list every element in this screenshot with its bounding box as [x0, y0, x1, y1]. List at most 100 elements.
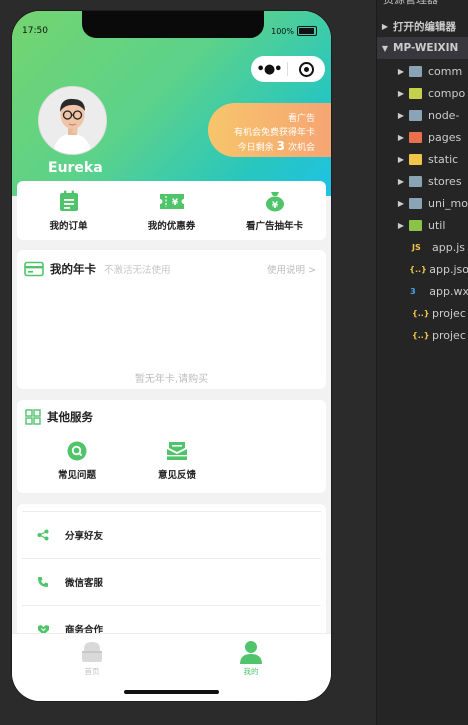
folder-name: node-: [428, 108, 460, 122]
other-services-title: 其他服务: [47, 410, 93, 424]
file-item[interactable]: {..} projec: [377, 324, 468, 346]
folder-icon: [409, 65, 422, 77]
file-item[interactable]: {..} app.jso: [377, 258, 468, 280]
battery-icon: [297, 26, 317, 36]
battery-percent: 100%: [271, 26, 294, 36]
folder-item[interactable]: ▶ compo: [377, 82, 468, 104]
folder-icon: [409, 87, 422, 99]
home-icon: [82, 642, 102, 662]
folder-item[interactable]: ▶ static: [377, 148, 468, 170]
feedback-icon: [167, 442, 187, 460]
folder-icon: [409, 109, 422, 121]
menu-item-wechat-service[interactable]: 微信客服: [22, 558, 321, 605]
folder-item[interactable]: ▶ util: [377, 214, 468, 236]
open-editors-section[interactable]: ▶ 打开的编辑器: [377, 15, 468, 37]
file-name: projec: [432, 328, 466, 342]
usage-instructions-link[interactable]: 使用说明 >: [267, 262, 316, 276]
menu-item-share[interactable]: 分享好友: [22, 511, 321, 558]
chevron-right-icon: ▶: [397, 198, 405, 208]
folder-name: static: [428, 152, 459, 166]
folder-icon: [409, 131, 422, 143]
ad-lottery-button[interactable]: ¥ 看广告抽年卡: [223, 181, 326, 240]
file-name: app.js: [432, 240, 465, 254]
phone-icon: [38, 577, 48, 587]
my-coupons-label: 我的优惠券: [147, 221, 196, 232]
chevron-right-icon: ▶: [397, 176, 405, 186]
tab-home[interactable]: 首页: [62, 640, 122, 677]
ad-reward-banner[interactable]: 看广告 有机会免费获得年卡 今日剩余 3 次机会: [208, 103, 331, 157]
my-orders-label: 我的订单: [49, 221, 88, 232]
folder-name: compo: [428, 86, 466, 100]
chevron-down-icon: ▼: [381, 43, 389, 53]
avatar[interactable]: [38, 86, 107, 155]
tab-mine-label: 我的: [243, 667, 259, 676]
chevron-right-icon: ▶: [381, 21, 389, 31]
order-icon: [59, 190, 78, 211]
chevron-right-icon: ▶: [397, 66, 405, 76]
tab-home-label: 首页: [84, 667, 100, 676]
file-item[interactable]: {..} projec: [377, 302, 468, 324]
year-card-subtitle: 不激活无法使用: [104, 265, 171, 276]
device-notch: [82, 11, 264, 38]
menu-item-label: 微信客服: [65, 578, 104, 589]
card-icon: [24, 261, 44, 277]
folder-item[interactable]: ▶ comm: [377, 60, 468, 82]
css-icon: 3: [410, 286, 416, 296]
js-icon: JS: [412, 242, 421, 252]
other-services-section: 其他服务 常见问题 意见反馈: [17, 400, 326, 493]
chevron-right-icon: ▶: [397, 110, 405, 120]
ide-explorer-sidebar: 资源管理器 ▶ 打开的编辑器 ▼ MP-WEIXIN ▶ comm ▶ compo ▶ n…: [376, 0, 468, 725]
json-icon: {..}: [409, 264, 427, 274]
year-card-section: 我的年卡 不激活无法使用 使用说明 > 暂无年卡,请购买: [17, 250, 326, 389]
ad-remaining-count: 3: [276, 139, 285, 153]
faq-button[interactable]: 常见问题: [27, 440, 127, 481]
tab-mine[interactable]: 我的: [221, 640, 281, 677]
folder-icon: [409, 153, 422, 165]
json-icon: {..}: [412, 330, 430, 340]
target-icon: [299, 61, 314, 77]
faq-icon: [67, 441, 87, 461]
folder-item[interactable]: ▶ uni_mo: [377, 192, 468, 214]
file-item[interactable]: JS app.js: [377, 236, 468, 258]
my-coupons-button[interactable]: ¥ 我的优惠券: [120, 181, 223, 240]
file-item[interactable]: 3 app.wx: [377, 280, 468, 302]
folder-name: pages: [428, 130, 462, 144]
explorer-header: 资源管理器: [377, 0, 468, 10]
my-orders-button[interactable]: 我的订单: [17, 181, 120, 240]
open-editors-label: 打开的编辑器: [393, 20, 456, 33]
folder-name: comm: [428, 64, 463, 78]
folder-name: util: [428, 218, 446, 232]
folder-item[interactable]: ▶ node-: [377, 104, 468, 126]
folder-name: stores: [428, 174, 462, 188]
faq-label: 常见问题: [57, 470, 96, 481]
chevron-right-icon: ▶: [397, 88, 405, 98]
feedback-button[interactable]: 意见反馈: [127, 440, 227, 481]
menu-item-label: 分享好友: [65, 531, 104, 542]
folder-item[interactable]: ▶ pages: [377, 126, 468, 148]
miniprogram-capsule: •●•: [251, 56, 325, 82]
year-card-title: 我的年卡: [50, 262, 96, 276]
menu-list: 分享好友 微信客服 商务合作: [17, 504, 326, 654]
ad-lottery-label: 看广告抽年卡: [245, 221, 303, 232]
empty-year-card-text: 暂无年卡,请购买: [134, 374, 209, 385]
money-bag-icon: ¥: [265, 192, 284, 212]
folder-icon: [409, 219, 422, 231]
svg-text:¥: ¥: [171, 198, 178, 208]
file-name: app.wx: [429, 284, 468, 298]
more-icon[interactable]: •●•: [251, 62, 287, 77]
coupon-icon: ¥: [159, 194, 184, 209]
user-icon: [240, 641, 262, 664]
project-name: MP-WEIXIN: [393, 42, 459, 54]
status-battery: 100%: [271, 26, 317, 36]
status-time: 17:50: [22, 26, 48, 36]
home-indicator: [124, 690, 219, 694]
project-section[interactable]: ▼ MP-WEIXIN: [377, 37, 468, 59]
folder-item[interactable]: ▶ stores: [377, 170, 468, 192]
ad-description: 有机会免费获得年卡: [233, 128, 315, 138]
close-miniprogram-button[interactable]: [288, 61, 325, 77]
chevron-right-icon: ▶: [397, 132, 405, 142]
folder-icon: [409, 197, 422, 209]
ad-remaining: 今日剩余 3 次机会: [237, 139, 315, 153]
chevron-right-icon: ▶: [397, 154, 405, 164]
ad-title: 看广告: [287, 114, 315, 124]
